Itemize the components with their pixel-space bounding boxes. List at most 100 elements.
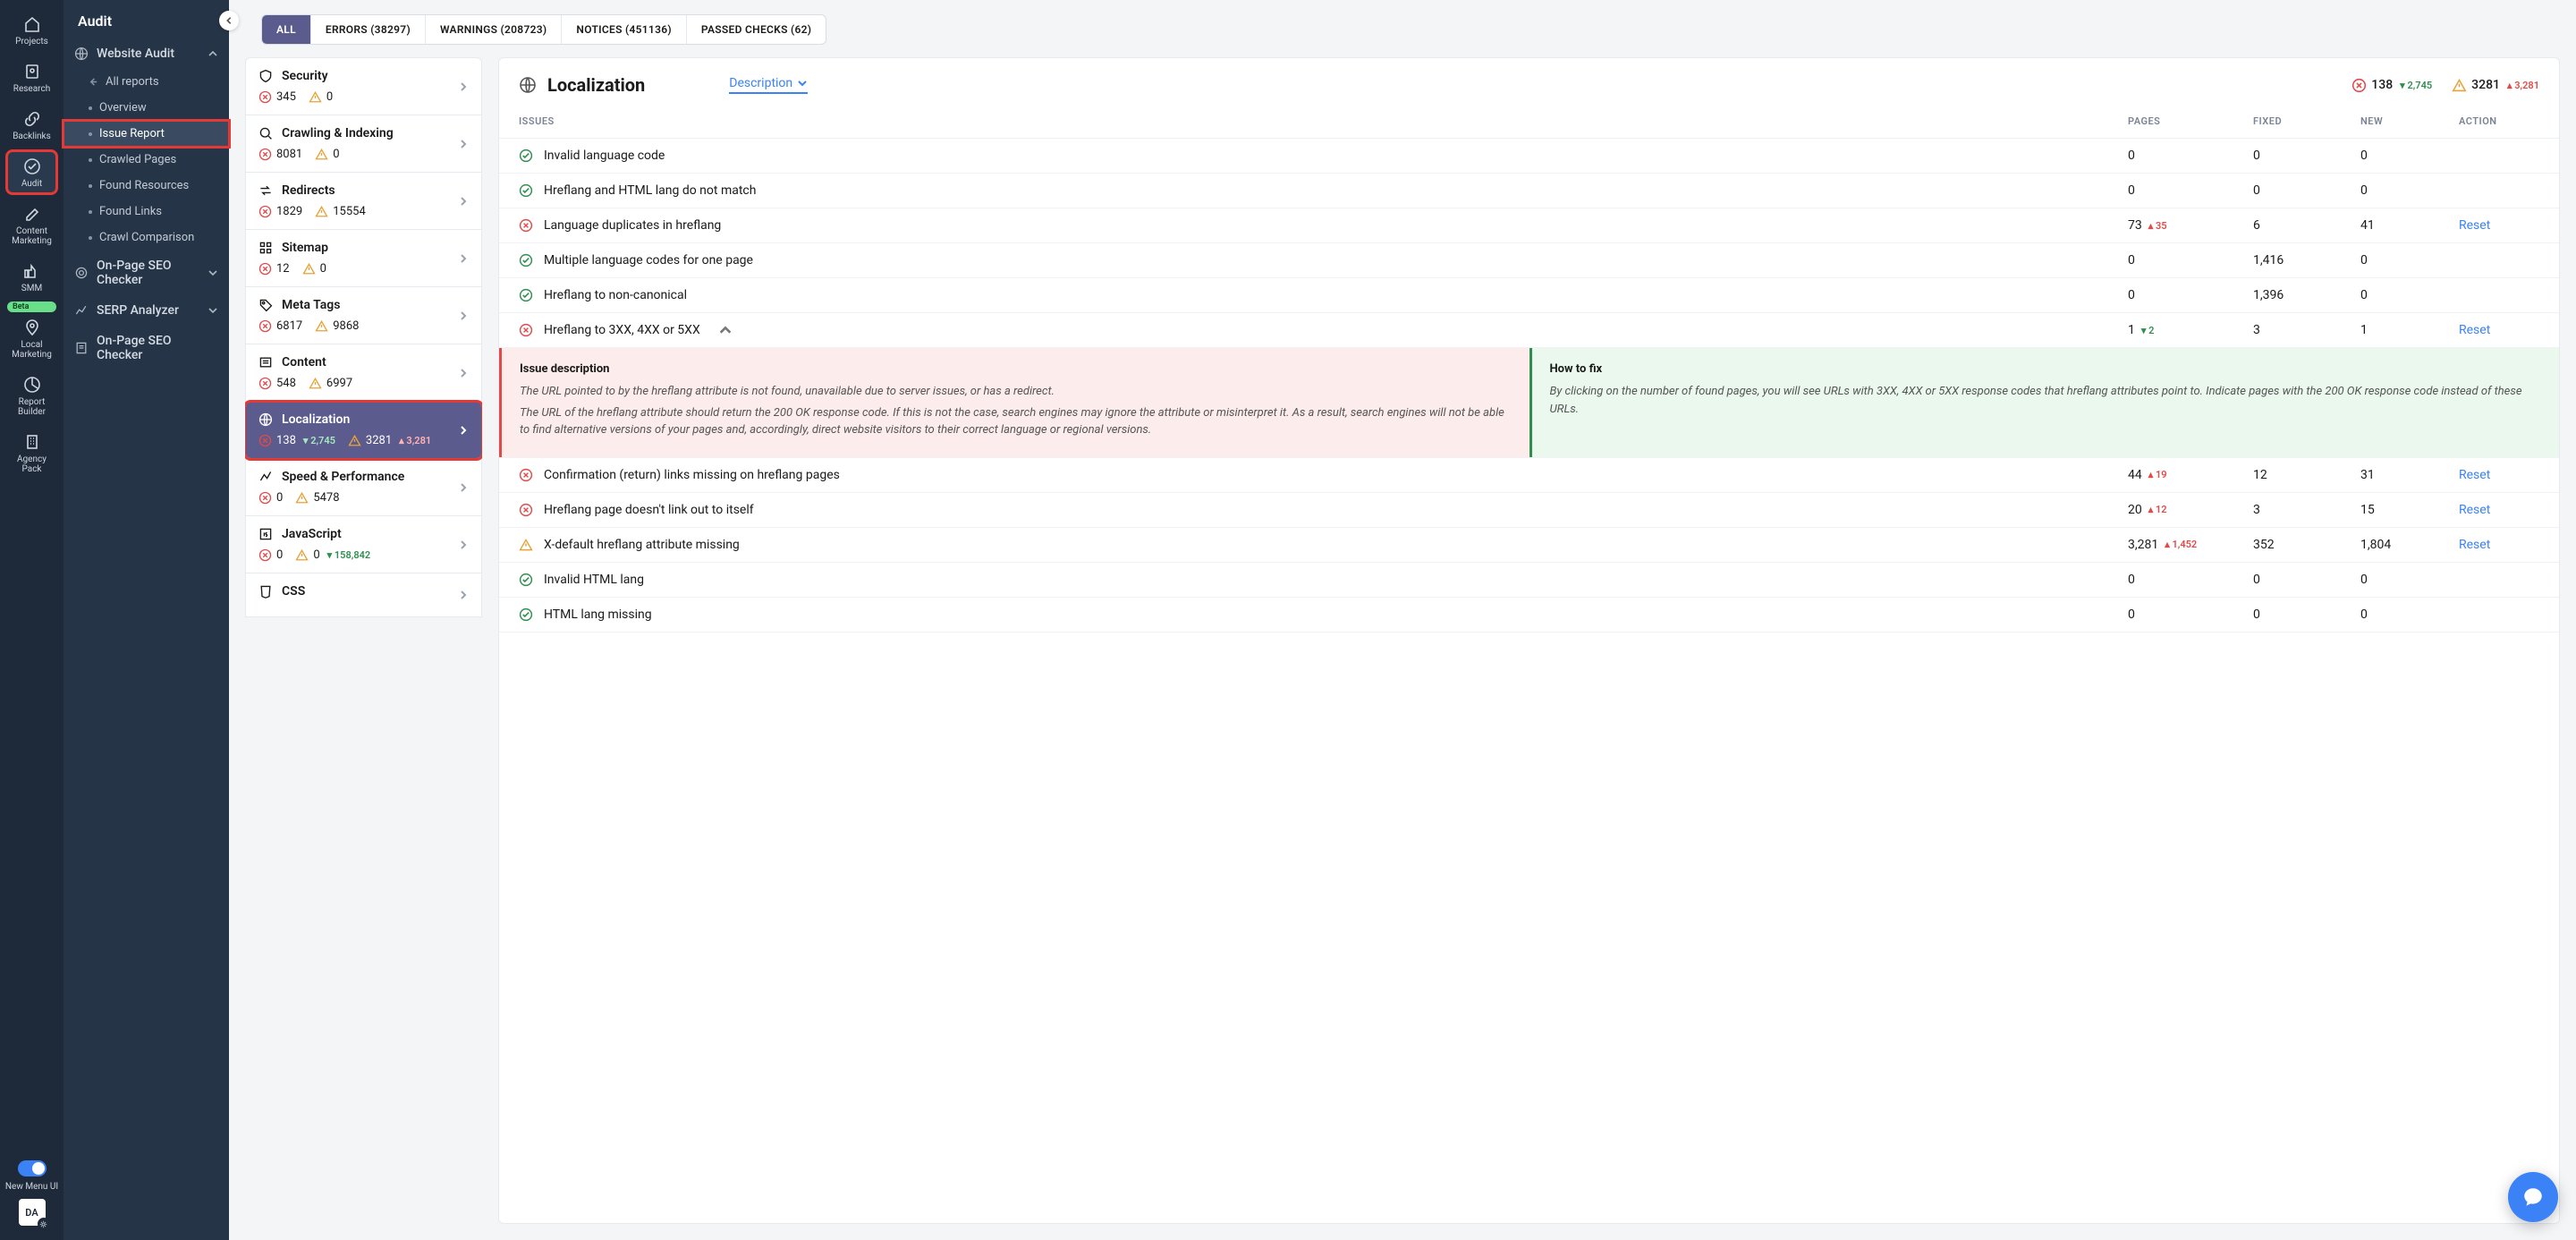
issue-row[interactable]: Language duplicates in hreflang 7335 6 4… — [499, 208, 2559, 243]
description-dropdown[interactable]: Description — [729, 76, 808, 94]
chevron-right-icon — [458, 482, 469, 493]
chevron-up-icon — [718, 323, 733, 337]
sidebar-title: Audit — [64, 0, 229, 38]
menu-ui-toggle[interactable] — [18, 1160, 47, 1176]
sidebar-item-found-resources[interactable]: Found Resources — [64, 173, 229, 199]
reset-link[interactable]: Reset — [2459, 468, 2490, 482]
speed-icon — [258, 470, 273, 484]
audit-sidebar: Audit Website Audit All reportsOverviewI… — [64, 0, 229, 1240]
chevron-down-icon — [208, 268, 218, 278]
reset-link[interactable]: Reset — [2459, 218, 2490, 233]
check-circle-icon — [23, 157, 41, 175]
sidebar-item-overview[interactable]: Overview — [64, 95, 229, 121]
sidebar-item-crawl-comparison[interactable]: Crawl Comparison — [64, 225, 229, 251]
issue-row[interactable]: HTML lang missing 0 0 0 — [499, 598, 2559, 633]
issue-row[interactable]: Invalid HTML lang 0 0 0 — [499, 563, 2559, 598]
warning-icon — [315, 319, 328, 333]
rail-item-audit[interactable]: Audit — [7, 151, 56, 193]
pages-cell[interactable]: 12 — [2128, 323, 2253, 337]
category-crawling-indexing[interactable]: Crawling & Indexing 8081 0 — [245, 115, 482, 173]
sidebar-section-serp-analyzer[interactable]: SERP Analyzer — [64, 295, 229, 326]
issue-row[interactable]: Hreflang to non-canonical 0 1,396 0 — [499, 278, 2559, 313]
chat-icon — [2521, 1185, 2545, 1209]
pages-cell: 0 — [2128, 253, 2253, 268]
chevron-right-icon — [458, 81, 469, 92]
category-speed-performance[interactable]: Speed & Performance 0 5478 — [245, 459, 482, 516]
filter-pill[interactable]: ERRORS (38297) — [311, 15, 426, 44]
sidebar-item-issue-report[interactable]: Issue Report — [64, 121, 229, 147]
category-css[interactable]: CSS — [245, 573, 482, 617]
shield-icon — [258, 69, 273, 83]
dot-icon — [89, 184, 92, 188]
main-content: ALLERRORS (38297)WARNINGS (208723)NOTICE… — [229, 0, 2576, 1240]
pages-cell: 0 — [2128, 183, 2253, 198]
search-doc-icon — [23, 63, 41, 81]
rail-item-backlinks[interactable]: Backlinks — [7, 104, 56, 146]
panel-title: Localization — [519, 74, 645, 96]
dot-icon — [89, 158, 92, 162]
ok-icon — [519, 607, 533, 622]
sidebar-section-on-page-seo-checker[interactable]: On-Page SEO Checker — [64, 251, 229, 295]
graph-icon — [74, 303, 89, 318]
error-icon — [258, 148, 272, 161]
issue-row[interactable]: Invalid language code 0 0 0 — [499, 139, 2559, 174]
chat-button[interactable] — [2508, 1172, 2558, 1222]
filter-pill[interactable]: WARNINGS (208723) — [426, 15, 562, 44]
collapse-sidebar-button[interactable] — [219, 11, 239, 30]
pages-cell[interactable]: 7335 — [2128, 218, 2253, 233]
back-icon — [89, 77, 98, 87]
error-icon — [258, 434, 272, 447]
sidebar-section-website-audit[interactable]: Website Audit — [64, 38, 229, 69]
category-localization[interactable]: Localization 1382,745 32813,281 — [245, 402, 482, 459]
rail-item-content-marketing[interactable]: Content Marketing — [7, 199, 56, 251]
rail-item-research[interactable]: Research — [7, 56, 56, 98]
chevron-down-icon — [797, 78, 808, 89]
chevron-right-icon — [458, 139, 469, 149]
sidebar-item-all-reports[interactable]: All reports — [64, 69, 229, 95]
globe-icon — [519, 76, 537, 94]
issue-row[interactable]: Hreflang to 3XX, 4XX or 5XX 12 3 1 Reset — [499, 313, 2559, 348]
warning-icon — [348, 434, 361, 447]
reset-link[interactable]: Reset — [2459, 323, 2490, 337]
rail-item-local-marketing[interactable]: Local Marketing — [7, 312, 56, 364]
category-meta-tags[interactable]: Meta Tags 6817 9868 — [245, 287, 482, 344]
warning-icon — [295, 548, 309, 562]
rail-item-projects[interactable]: Projects — [7, 9, 56, 51]
pages-cell[interactable]: 2012 — [2128, 503, 2253, 517]
link-icon — [23, 110, 41, 128]
user-avatar[interactable]: DA — [19, 1199, 46, 1226]
warn-icon — [519, 538, 533, 552]
filter-pill[interactable]: ALL — [262, 15, 311, 44]
pages-cell[interactable]: 4419 — [2128, 468, 2253, 482]
error-icon — [258, 377, 272, 390]
err-icon — [519, 503, 533, 517]
filter-pills: ALLERRORS (38297)WARNINGS (208723)NOTICE… — [261, 14, 826, 45]
filter-pill[interactable]: NOTICES (451136) — [562, 15, 687, 44]
category-sitemap[interactable]: Sitemap 12 0 — [245, 230, 482, 287]
issue-row[interactable]: Confirmation (return) links missing on h… — [499, 458, 2559, 493]
category-redirects[interactable]: Redirects 1829 15554 — [245, 173, 482, 230]
category-content[interactable]: Content 548 6997 — [245, 344, 482, 402]
rail-item-smm[interactable]: SMM — [7, 256, 56, 298]
ok-icon — [519, 183, 533, 198]
category-javascript[interactable]: JavaScript 0 0158,842 — [245, 516, 482, 573]
rail-item-report-builder[interactable]: Report Builder — [7, 369, 56, 421]
reset-link[interactable]: Reset — [2459, 538, 2490, 552]
error-icon — [258, 548, 272, 562]
sidebar-item-crawled-pages[interactable]: Crawled Pages — [64, 147, 229, 173]
sidebar-section-on-page-seo-checker[interactable]: On-Page SEO Checker — [64, 326, 229, 370]
ok-icon — [519, 149, 533, 163]
issue-row[interactable]: Hreflang page doesn't link out to itself… — [499, 493, 2559, 528]
category-security[interactable]: Security 345 0 — [245, 57, 482, 115]
filter-pill[interactable]: PASSED CHECKS (62) — [687, 15, 826, 44]
reset-link[interactable]: Reset — [2459, 503, 2490, 517]
rail-item-agency-pack[interactable]: Agency Pack — [7, 427, 56, 479]
error-icon — [2351, 78, 2367, 93]
pages-cell[interactable]: 3,2811,452 — [2128, 538, 2253, 552]
issue-row[interactable]: Hreflang and HTML lang do not match 0 0 … — [499, 174, 2559, 208]
issue-row[interactable]: X-default hreflang attribute missing 3,2… — [499, 528, 2559, 563]
sidebar-item-found-links[interactable]: Found Links — [64, 199, 229, 225]
err-icon — [519, 218, 533, 233]
dot-icon — [89, 236, 92, 240]
issue-row[interactable]: Multiple language codes for one page 0 1… — [499, 243, 2559, 278]
